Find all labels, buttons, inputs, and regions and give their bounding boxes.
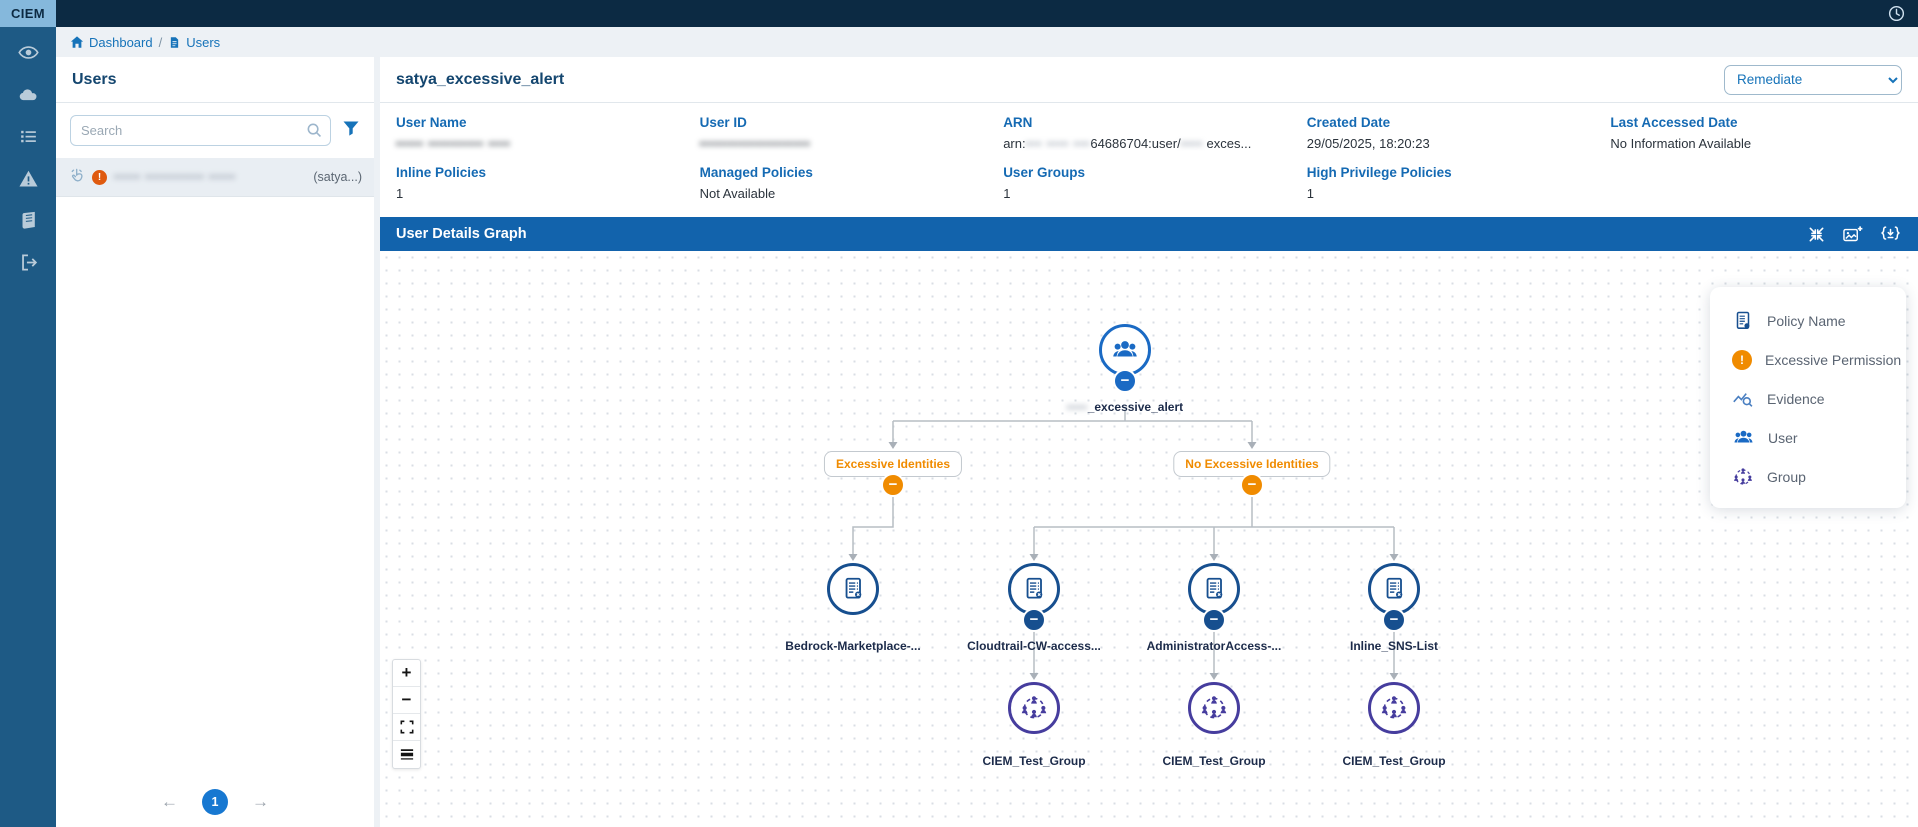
group-node[interactable]: CIEM_Test_Group [1366,682,1422,734]
breadcrumb-separator: / [159,35,163,50]
field-managed-policies: Managed Policies Not Available [700,165,992,201]
breadcrumb: Dashboard / Users [56,27,1918,57]
legend-evidence: Evidence [1710,379,1906,418]
field-arn: ARN arn:••• •••• •••64686704:user/•••• e… [1003,115,1295,151]
topbar: CIEM [0,0,1918,27]
policy-node-inline-sns[interactable]: − Inline_SNS-List [1366,563,1422,615]
collapse-badge[interactable]: − [1202,608,1226,632]
user-fields: User Name ••••• •••••••••• •••• User ID … [380,103,1918,217]
collapse-badge[interactable]: − [1382,608,1406,632]
collapse-all-icon[interactable] [1807,225,1826,244]
field-high-privilege-policies: High Privilege Policies 1 [1307,165,1599,201]
graph-title: User Details Graph [396,226,527,242]
user-detail-panel: satya_excessive_alert Remediate User Nam… [380,57,1918,827]
group-node[interactable]: CIEM_Test_Group [1186,682,1242,734]
field-inline-policies: Inline Policies 1 [396,165,688,201]
filter-icon[interactable] [342,119,360,142]
user-icon [1110,335,1140,365]
alert-triangle-icon[interactable] [17,167,39,189]
group-node-label: CIEM_Test_Group [982,754,1085,768]
breadcrumb-dashboard[interactable]: Dashboard [70,35,153,50]
redacted-username: ••••• ••••••••••• ••••• [114,170,236,184]
zoom-in-button[interactable]: + [393,660,420,687]
pagination: ← 1 → [56,789,374,815]
policy-node-administrator[interactable]: − AdministratorAccess-... [1186,563,1242,615]
page-number[interactable]: 1 [202,789,228,815]
remediate-select[interactable]: Remediate [1724,65,1902,95]
list-icon[interactable] [17,125,39,147]
legend-policy-name: Policy Name [1710,301,1906,340]
field-user-groups: User Groups 1 [1003,165,1295,201]
graph-legend: Policy Name ! Excessive Permission Evide… [1710,287,1906,508]
policy-doc-icon [839,575,867,603]
policy-node-label: Bedrock-Marketplace-... [785,639,920,653]
users-panel: Users ! [56,57,374,827]
group-node[interactable]: CIEM_Test_Group [1006,682,1062,734]
search-input[interactable] [70,115,331,146]
book-icon[interactable] [17,209,39,231]
export-json-icon[interactable] [1879,225,1902,243]
zoom-out-button[interactable]: − [393,687,420,714]
hand-gesture-icon [68,167,85,187]
export-image-icon[interactable] [1842,225,1863,244]
user-list-item[interactable]: ! ••••• ••••••••••• ••••• (satya...) [56,158,374,197]
sign-out-icon[interactable] [17,251,39,273]
group-node-label: CIEM_Test_Group [1162,754,1265,768]
policy-node-bedrock[interactable]: Bedrock-Marketplace-... [825,563,881,615]
group-icon [1199,693,1229,723]
field-user-id: User ID •••••••••••••••••••• [700,115,992,151]
graph-zoom-controls: + − [392,659,421,769]
layers-button[interactable] [393,741,420,768]
policy-node-label: Inline_SNS-List [1350,639,1438,653]
group-icon [1019,693,1049,723]
user-details-graph: − ••••_excessive_alert Excessive Identit… [380,251,1918,827]
cloud-icon[interactable] [17,83,39,105]
app-logo: CIEM [0,0,56,27]
breadcrumb-users[interactable]: Users [168,35,220,50]
file-icon [168,36,181,49]
graph-header-bar: User Details Graph [380,217,1918,251]
field-last-accessed: Last Accessed Date No Information Availa… [1610,115,1902,151]
policy-doc-icon [1200,575,1228,603]
branch-collapse-badge[interactable]: − [1240,473,1264,497]
group-icon [1379,693,1409,723]
username-suffix: (satya...) [313,170,362,184]
legend-group: Group [1710,457,1906,496]
policy-node-label: AdministratorAccess-... [1147,639,1282,653]
field-created-date: Created Date 29/05/2025, 18:20:23 [1307,115,1599,151]
group-icon [1732,466,1754,488]
search-icon [306,122,323,144]
eye-icon[interactable] [17,41,39,63]
policy-node-cloudtrail[interactable]: − Cloudtrail-CW-access... [1006,563,1062,615]
policy-doc-icon [1020,575,1048,603]
fullscreen-button[interactable] [393,714,420,741]
collapse-badge[interactable]: − [1113,369,1137,393]
root-node-label: ••••_excessive_alert [1067,400,1183,414]
group-node-label: CIEM_Test_Group [1342,754,1445,768]
sidebar [0,27,56,827]
evidence-chart-icon [1732,388,1754,410]
user-icon [1732,426,1755,449]
clock-icon[interactable] [1887,4,1906,23]
users-panel-title: Users [56,57,374,103]
alert-badge: ! [92,170,107,185]
prev-page-arrow[interactable]: ← [161,792,178,812]
legend-excessive-permission: ! Excessive Permission [1710,340,1906,379]
page-title: satya_excessive_alert [396,71,564,89]
policy-doc-icon [1732,310,1754,332]
legend-user: User [1710,418,1906,457]
next-page-arrow[interactable]: → [252,792,269,812]
policy-doc-icon [1380,575,1408,603]
excessive-alert-icon: ! [1732,350,1752,370]
field-user-name: User Name ••••• •••••••••• •••• [396,115,688,151]
home-icon [70,35,84,49]
policy-node-label: Cloudtrail-CW-access... [967,639,1101,653]
branch-collapse-badge[interactable]: − [881,473,905,497]
user-node-root[interactable]: − ••••_excessive_alert [1097,324,1153,376]
collapse-badge[interactable]: − [1022,608,1046,632]
